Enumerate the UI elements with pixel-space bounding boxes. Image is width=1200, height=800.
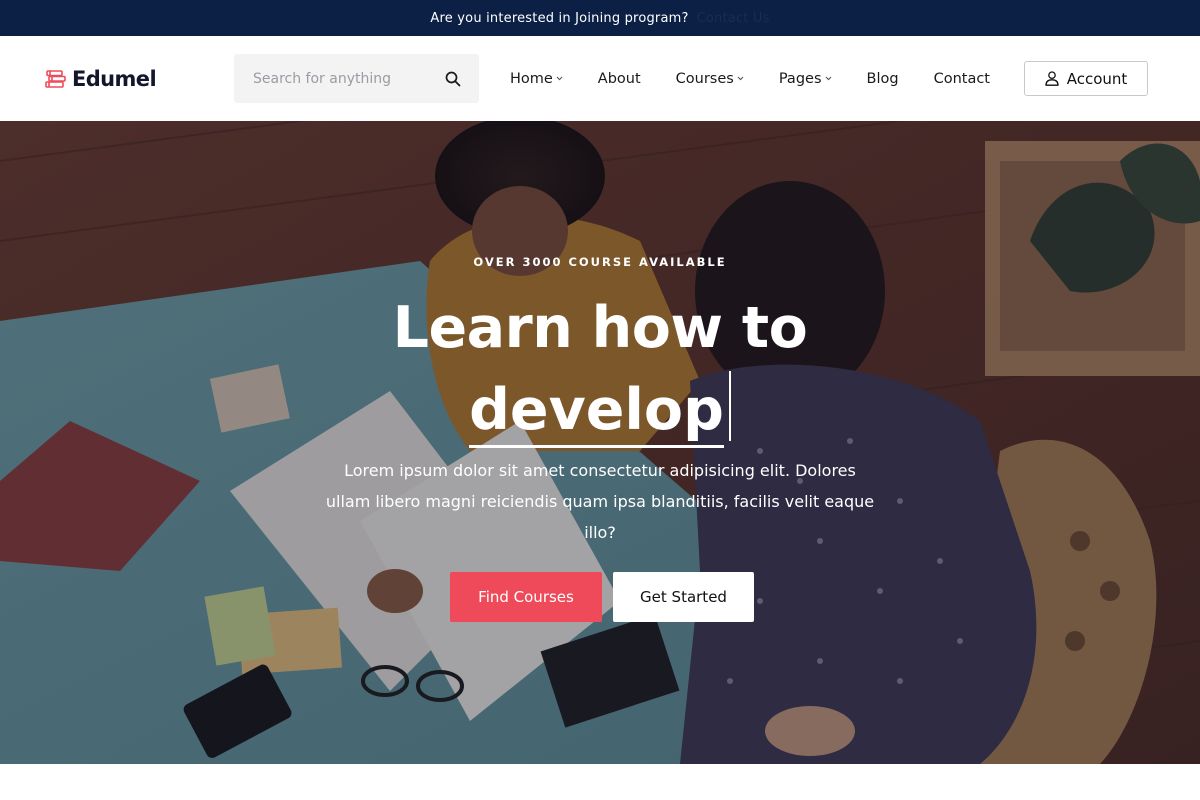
- hero-kicker: OVER 3000 COURSE AVAILABLE: [473, 255, 727, 269]
- announcement-link[interactable]: Contact Us: [697, 11, 770, 26]
- nav-item-home[interactable]: Home: [510, 71, 563, 87]
- nav-item-label: About: [597, 70, 641, 87]
- nav-item-label: Pages: [778, 70, 822, 87]
- nav-item-blog[interactable]: Blog: [867, 71, 899, 87]
- search-icon[interactable]: [445, 71, 461, 87]
- get-started-button[interactable]: Get Started: [613, 572, 754, 622]
- nav-item-label: Blog: [866, 70, 899, 87]
- site-header: Edumel Home About Courses Pages Blog Con…: [0, 36, 1200, 121]
- hero-buttons: Find Courses Get Started: [0, 572, 1200, 622]
- announcement-bar: Are you interested in Joining program? C…: [0, 0, 1200, 36]
- logo[interactable]: Edumel: [44, 67, 190, 91]
- brand-name: Edumel: [72, 66, 157, 91]
- main-nav: Home About Courses Pages Blog Contact Ac…: [510, 61, 1148, 96]
- search-input[interactable]: [253, 70, 433, 87]
- search-bar: [234, 54, 479, 103]
- nav-item-courses[interactable]: Courses: [676, 71, 744, 87]
- typing-caret: [728, 371, 731, 441]
- chevron-down-icon: [556, 76, 563, 81]
- nav-item-label: Courses: [675, 70, 734, 87]
- chevron-down-icon: [825, 76, 831, 81]
- find-courses-button[interactable]: Find Courses: [450, 572, 602, 622]
- account-label: Account: [1066, 69, 1128, 88]
- nav-item-label: Contact: [933, 70, 990, 87]
- account-button[interactable]: Account: [1024, 61, 1148, 96]
- hero-headline-line2: develop: [0, 371, 1200, 448]
- hero-headline-line1: Learn how to: [392, 295, 808, 361]
- user-icon: [1045, 71, 1059, 86]
- books-icon: [45, 69, 66, 88]
- nav-item-about[interactable]: About: [598, 71, 641, 87]
- nav-item-pages[interactable]: Pages: [779, 71, 832, 87]
- nav-item-contact[interactable]: Contact: [934, 71, 990, 87]
- hero-typed-word: develop: [469, 377, 724, 448]
- announcement-text: Are you interested in Joining program?: [430, 10, 689, 26]
- nav-item-label: Home: [509, 70, 553, 87]
- hero-section: OVER 3000 COURSE AVAILABLE Learn how to …: [0, 121, 1200, 764]
- chevron-down-icon: [737, 76, 744, 81]
- hero-description: Lorem ipsum dolor sit amet consectetur a…: [325, 461, 875, 542]
